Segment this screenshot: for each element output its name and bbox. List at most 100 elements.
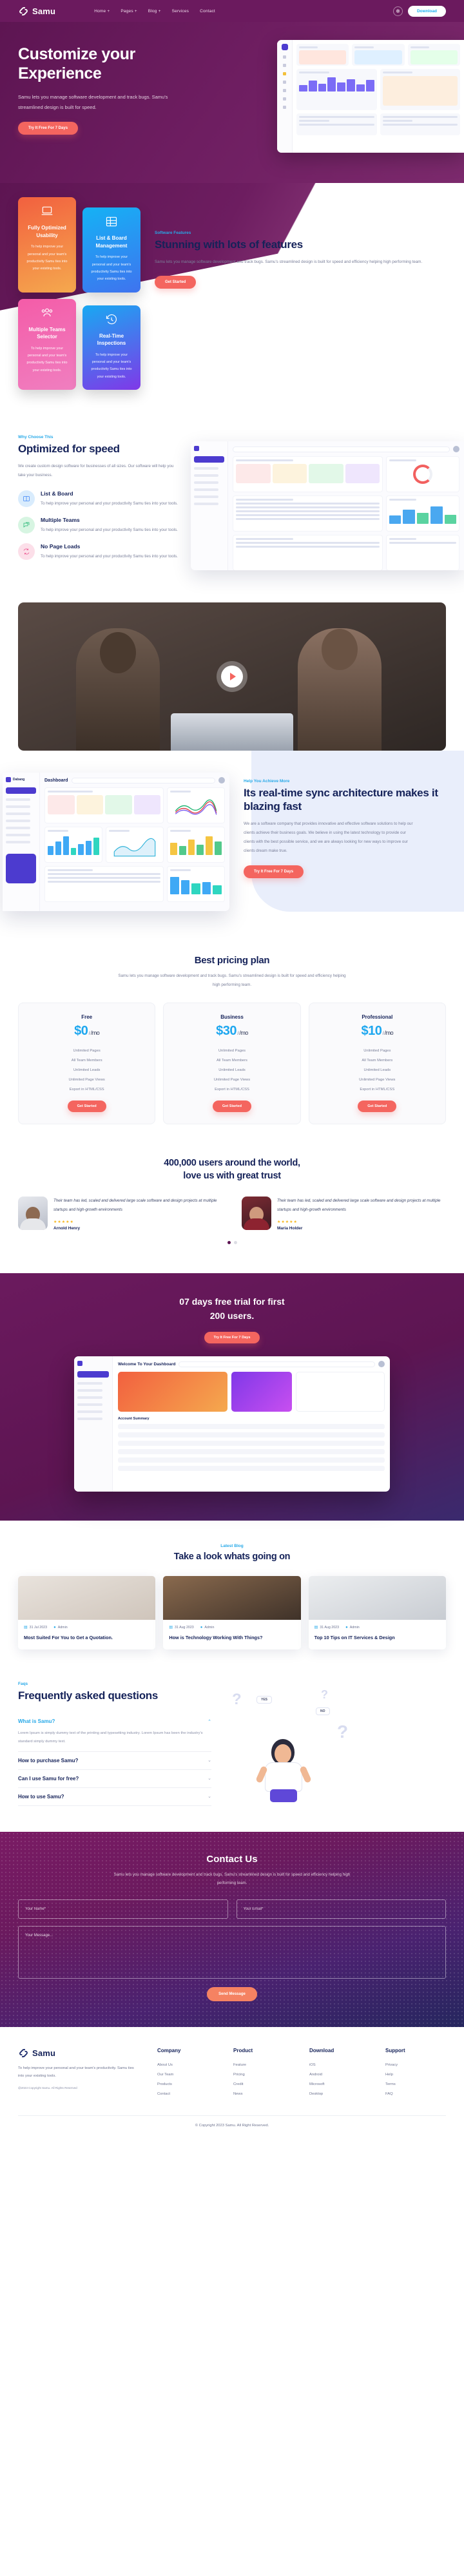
faq-item-how-to-purchase[interactable]: How to purchase Samu? ⌄ [18, 1752, 211, 1770]
blog-meta: ▤ 31 Aug 2023 ● Admin [314, 1625, 440, 1630]
plan-feature: Unlimited Leads [218, 1068, 246, 1073]
footer-link[interactable]: Privacy [385, 2060, 445, 2070]
carousel-dot-1[interactable] [227, 1240, 231, 1244]
message-field[interactable] [18, 1926, 446, 1979]
sync-shot-topbar: Dashboard [44, 777, 225, 784]
hero-title: Customize your Experience [18, 45, 253, 83]
features-cta-button[interactable]: Get Started [155, 276, 197, 289]
plan-price: $0 [74, 1023, 88, 1038]
chevron-down-icon[interactable]: ⌄ [208, 1794, 211, 1799]
faq-item-free-use[interactable]: Can I use Samu for free? ⌄ [18, 1770, 211, 1788]
blog-card[interactable]: ▤ 31 Jul 2023 ● Admin Most Suited For You … [18, 1576, 156, 1649]
table-grid-icon [89, 215, 134, 230]
send-message-button[interactable]: Send Message [207, 1987, 257, 2002]
sync-eyebrow: Help You Achieve More [244, 779, 290, 784]
plan-features: Unlimited Pages All Team Members Unlimit… [25, 1046, 148, 1095]
pricing-card-free[interactable]: Free $0 / /mo Unlimited Pages All Team M… [18, 1002, 156, 1124]
play-icon[interactable] [221, 666, 243, 688]
footer-link[interactable]: Pricing [233, 2070, 293, 2079]
footer-link[interactable]: Feature [233, 2060, 293, 2070]
nav-link-blog[interactable]: Blog + [148, 9, 161, 14]
faq-item-what-is-samu[interactable]: What is Samu? ⌃ Lorem Ipsum is simply du… [18, 1713, 211, 1752]
faq-item-head[interactable]: Can I use Samu for free? ⌄ [18, 1776, 211, 1782]
faq-item-how-to-use[interactable]: How to use Samu? ⌄ [18, 1788, 211, 1806]
email-field[interactable] [236, 1899, 446, 1919]
faq-item-head[interactable]: How to purchase Samu? ⌄ [18, 1758, 211, 1764]
question-mark-icon: ? [321, 1687, 328, 1701]
faq-item-head[interactable]: How to use Samu? ⌄ [18, 1794, 211, 1800]
footer-link[interactable]: FAQ [385, 2089, 445, 2099]
sync-cta-button[interactable]: Try It Free For 7 Days [244, 865, 304, 878]
features-heading: Stunning with lots of features [155, 238, 303, 251]
speed-item-title: List & Board [41, 490, 73, 497]
nav-link-services[interactable]: Services [172, 9, 189, 14]
footer-brand[interactable]: Samu [18, 2048, 140, 2059]
chevron-up-icon[interactable]: ⌃ [208, 1719, 211, 1724]
plan-cta-button[interactable]: Get Started [67, 1100, 106, 1112]
nav-link-contact[interactable]: Contact [200, 9, 215, 14]
testimonial-quote: Their team has led, scaled and delivered… [277, 1198, 441, 1212]
speed-item-list-board: List & Board To help improve your person… [18, 490, 179, 508]
speed-section: Why Choose This Optimized for speed We c… [0, 409, 464, 597]
footer-link[interactable]: Credit [233, 2079, 293, 2089]
download-button[interactable]: Download [407, 5, 446, 17]
blog-card[interactable]: ▤ 31 Aug 2023 ● Admin How is Technology Wo… [163, 1576, 301, 1649]
faq-item-head[interactable]: What is Samu? ⌃ [18, 1718, 211, 1724]
blog-title[interactable]: Most Suited For You to Get a Quotation. [24, 1634, 150, 1642]
hero-shot-card [352, 44, 405, 66]
features-section: Fully Optimized Usability To help improv… [0, 183, 464, 410]
footer-link[interactable]: News [233, 2089, 293, 2099]
blog-title[interactable]: How is Technology Working With Things? [169, 1634, 295, 1642]
feature-card-text: To help improve your personal and your t… [26, 346, 68, 372]
blog-title[interactable]: Top 10 Tips on IT Services & Design [314, 1634, 440, 1642]
feature-card-title: List & Board Management [95, 235, 128, 249]
video-player[interactable] [18, 602, 446, 751]
testimonials-heading-line1: 400,000 users around the world, [164, 1157, 300, 1168]
trial-shot-search[interactable] [179, 1361, 375, 1367]
footer-link[interactable]: Android [309, 2070, 369, 2079]
footer-link[interactable]: Microsoft [309, 2079, 369, 2089]
name-field[interactable] [18, 1899, 228, 1919]
gear-icon[interactable]: ✲ [392, 6, 403, 16]
chevron-down-icon[interactable]: ⌄ [208, 1758, 211, 1763]
brand-logo[interactable]: Samu [18, 6, 55, 17]
footer-link[interactable]: iOS [309, 2060, 369, 2070]
hero-content: Customize your Experience Samu lets you … [0, 45, 271, 135]
feature-card-usability[interactable]: Fully Optimized Usability To help improv… [18, 197, 76, 293]
speed-paragraph: We create custom design software for bus… [18, 463, 174, 478]
plan-cta-button[interactable]: Get Started [212, 1100, 252, 1112]
hero-shot-nav-dot [283, 64, 286, 67]
blog-card[interactable]: ▤ 31 Aug 2023 ● Admin Top 10 Tips on IT Se… [308, 1576, 446, 1649]
footer-link[interactable]: Products [157, 2079, 217, 2089]
footer-link[interactable]: Terms [385, 2079, 445, 2089]
footer-link[interactable]: Help [385, 2070, 445, 2079]
hero-shot-nav-dot [283, 89, 286, 92]
plan-cta-button[interactable]: Get Started [358, 1100, 397, 1112]
blog-date: 31 Aug 2023 [175, 1625, 194, 1629]
pricing-section: Best pricing plan Samu lets you manage s… [0, 933, 464, 1150]
chat-bubbles-icon [18, 517, 35, 534]
feature-card-realtime[interactable]: Real-Time Inspections To help improve yo… [82, 305, 140, 390]
trial-cta-section: 07 days free trial for first 200 users. … [0, 1273, 464, 1521]
footer-link[interactable]: Contact [157, 2089, 217, 2099]
pricing-card-business[interactable]: Business $30 / /mo Unlimited Pages All T… [163, 1002, 301, 1124]
footer-link[interactable]: About Us [157, 2060, 217, 2070]
footer-link[interactable]: Our Team [157, 2070, 217, 2079]
carousel-dot-2[interactable] [233, 1240, 237, 1244]
people-group-icon [24, 307, 70, 322]
sync-shot-search[interactable] [71, 777, 215, 783]
pricing-card-professional[interactable]: Professional $10 / /mo Unlimited Pages A… [308, 1002, 446, 1124]
hero-shot-card [296, 44, 349, 66]
hero-cta-button[interactable]: Try It Free For 7 Days [18, 121, 79, 135]
feature-card-list-board[interactable]: List & Board Management To help improve … [82, 207, 140, 293]
footer-link[interactable]: Desktop [309, 2089, 369, 2099]
footer-copyright: © Copyright 2023 Samu. All Right Reserve… [18, 2115, 446, 2138]
footer-description: To help improve your personal and your t… [18, 2066, 134, 2079]
nav-link-home[interactable]: Home + [94, 9, 110, 14]
nav-link-pages[interactable]: Pages + [121, 9, 137, 14]
chevron-down-icon[interactable]: ⌄ [208, 1776, 211, 1781]
feature-card-teams[interactable]: Multiple Teams Selector To help improve … [18, 298, 76, 390]
trial-cta-button[interactable]: Try It Free For 7 Days [204, 1332, 260, 1344]
user-icon: ● [53, 1625, 56, 1629]
pricing-heading: Best pricing plan [194, 955, 270, 966]
